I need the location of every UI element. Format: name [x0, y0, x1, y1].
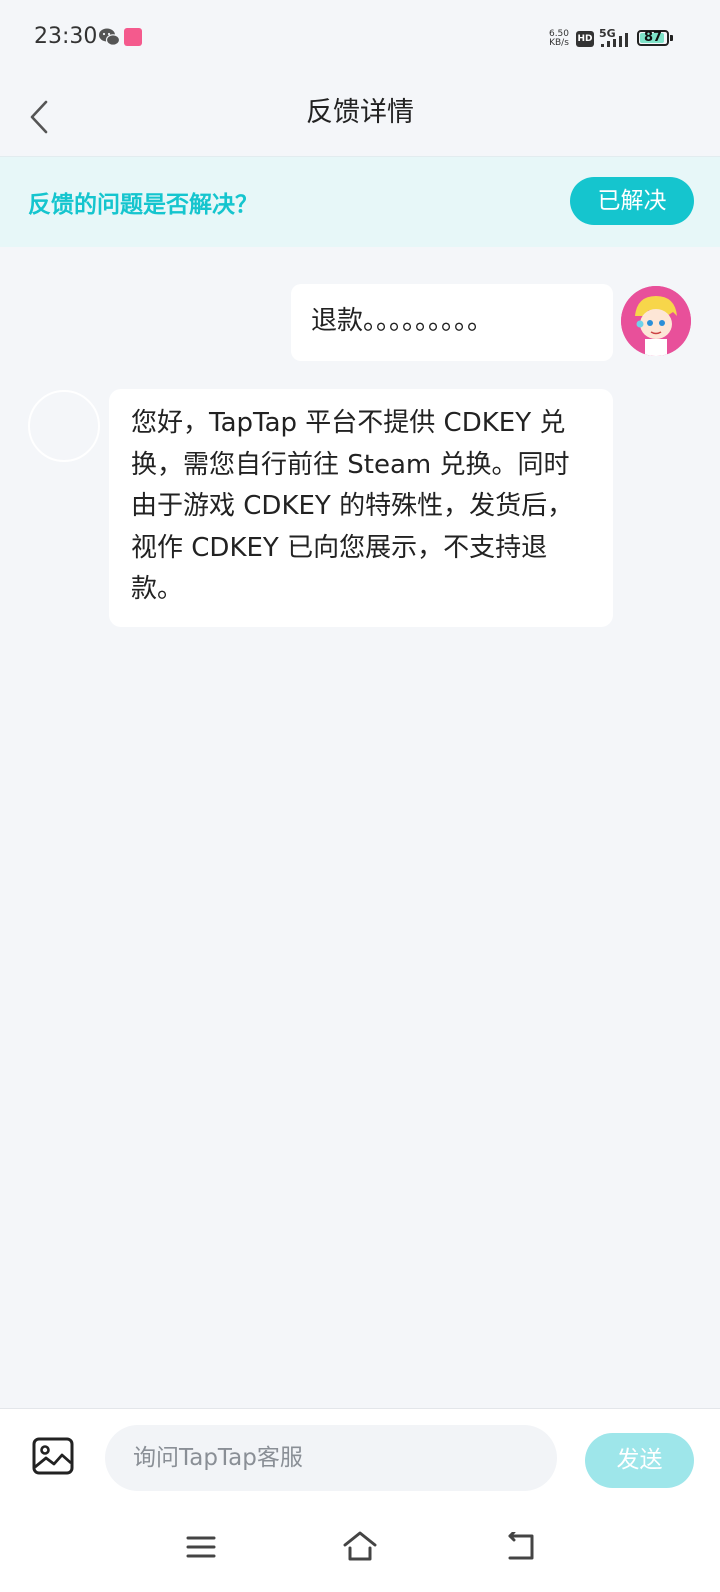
battery-icon: 87 [637, 30, 669, 46]
resolved-button[interactable]: 已解决 [570, 177, 694, 225]
signal-icon: 5G [599, 27, 631, 49]
resolve-question: 反馈的问题是否解决？ [28, 192, 258, 218]
back-icon[interactable] [504, 1532, 536, 1562]
user-message-bubble: 退款。。。。。。。。。 [291, 284, 613, 361]
hd-badge: HD [576, 31, 594, 47]
app-notification-icon [124, 28, 142, 46]
send-button[interactable]: 发送 [585, 1433, 694, 1488]
composer: 发送 [0, 1408, 720, 1513]
status-bar: 23:30 6.50 KB/s HD 5G 87 [0, 0, 720, 78]
message-input[interactable] [105, 1425, 557, 1491]
user-avatar[interactable] [621, 286, 691, 356]
support-avatar[interactable] [28, 390, 100, 462]
image-upload-button[interactable] [32, 1437, 74, 1475]
battery-level: 87 [643, 30, 663, 45]
support-message-bubble: 您好，TapTap 平台不提供 CDKEY 兑换，需您自行前往 Steam 兑换… [109, 389, 613, 627]
wechat-icon [99, 28, 120, 46]
home-icon[interactable] [342, 1530, 378, 1562]
avatar-image [621, 286, 691, 356]
image-icon [32, 1437, 74, 1475]
battery-tip [670, 35, 673, 41]
header: 反馈详情 [0, 78, 720, 156]
resolve-banner: 反馈的问题是否解决？ 已解决 [0, 156, 720, 247]
status-time: 23:30 [34, 24, 98, 49]
network-speed-unit: KB/s [549, 38, 569, 48]
page-title: 反馈详情 [306, 97, 414, 128]
system-navigation-bar [0, 1512, 720, 1592]
menu-icon[interactable] [186, 1532, 216, 1562]
network-speed: 6.50 KB/s [546, 30, 572, 48]
